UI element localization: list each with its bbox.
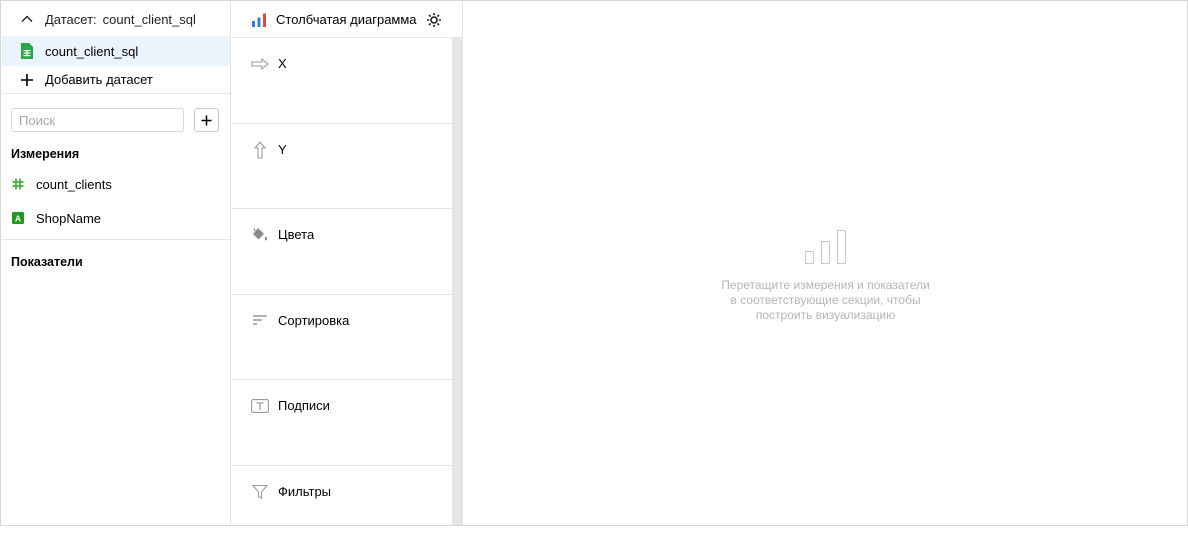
section-label: Фильтры: [278, 483, 331, 501]
add-dataset-button[interactable]: Добавить датасет: [2, 66, 230, 94]
gear-icon[interactable]: [426, 12, 442, 28]
wizard-frame: Датасет: count_client_sql count_client_s…: [0, 0, 1188, 526]
bar-chart-icon: [251, 13, 267, 27]
dataset-header[interactable]: Датасет: count_client_sql: [2, 2, 230, 36]
hash-icon: [11, 177, 25, 191]
empty-state: Перетащите измерения и показатели в соот…: [463, 230, 1188, 323]
chart-canvas: Перетащите измерения и показатели в соот…: [462, 2, 1188, 525]
plus-icon: [20, 73, 34, 87]
filter-icon: [251, 483, 269, 501]
add-field-button[interactable]: [194, 108, 219, 132]
field-count-clients[interactable]: count_clients: [2, 167, 230, 201]
dataset-panel: Датасет: count_client_sql count_client_s…: [2, 2, 231, 525]
chevron-up-icon[interactable]: [20, 12, 34, 26]
section-labels[interactable]: Подписи: [232, 380, 452, 466]
empty-chart-icon: [805, 230, 847, 264]
dataset-item-label: count_client_sql: [45, 44, 138, 59]
field-label: ShopName: [36, 211, 101, 226]
section-y[interactable]: Y: [232, 124, 452, 210]
section-label: Подписи: [278, 397, 330, 415]
dataset-header-label: Датасет:: [45, 12, 97, 27]
empty-state-line-1: Перетащите измерения и показатели: [463, 278, 1188, 293]
text-label-icon: [251, 397, 269, 415]
placeholder-sections: X Y Цвета: [232, 38, 452, 551]
dataset-item-selected[interactable]: count_client_sql: [2, 36, 230, 66]
section-sort[interactable]: Сортировка: [232, 295, 452, 381]
empty-state-line-3: построить визуализацию: [463, 308, 1188, 323]
arrow-right-icon: [251, 55, 269, 73]
empty-state-line-2: в соответствующие секции, чтобы: [463, 293, 1188, 308]
paint-bucket-icon: [251, 226, 269, 244]
scrollbar[interactable]: [452, 38, 462, 525]
section-label: Сортировка: [278, 312, 349, 330]
plus-icon: [201, 115, 212, 126]
section-label: X: [278, 55, 287, 73]
section-label: Цвета: [278, 226, 314, 244]
search-row: [2, 94, 230, 132]
measures-title: Показатели: [2, 255, 230, 269]
arrow-up-icon: [251, 141, 269, 159]
section-x[interactable]: X: [232, 38, 452, 124]
sort-icon: [251, 312, 269, 330]
spreadsheet-icon: [20, 43, 34, 59]
chart-type-label: Столбчатая диаграмма: [276, 12, 417, 27]
dimensions-title: Измерения: [2, 147, 230, 161]
section-colors[interactable]: Цвета: [232, 209, 452, 295]
chart-type-selector[interactable]: Столбчатая диаграмма: [232, 2, 462, 38]
add-dataset-label: Добавить датасет: [45, 72, 153, 87]
section-label: Y: [278, 141, 287, 159]
section-filters[interactable]: Фильтры: [232, 466, 452, 551]
field-label: count_clients: [36, 177, 112, 192]
dataset-header-value: count_client_sql: [103, 12, 196, 27]
section-divider: [2, 239, 230, 240]
visualization-panel: Столбчатая диаграмма X Y: [232, 2, 462, 525]
text-type-icon: A: [11, 211, 25, 225]
field-shopname[interactable]: A ShopName: [2, 201, 230, 235]
search-input[interactable]: [11, 108, 184, 132]
svg-text:A: A: [15, 213, 21, 223]
